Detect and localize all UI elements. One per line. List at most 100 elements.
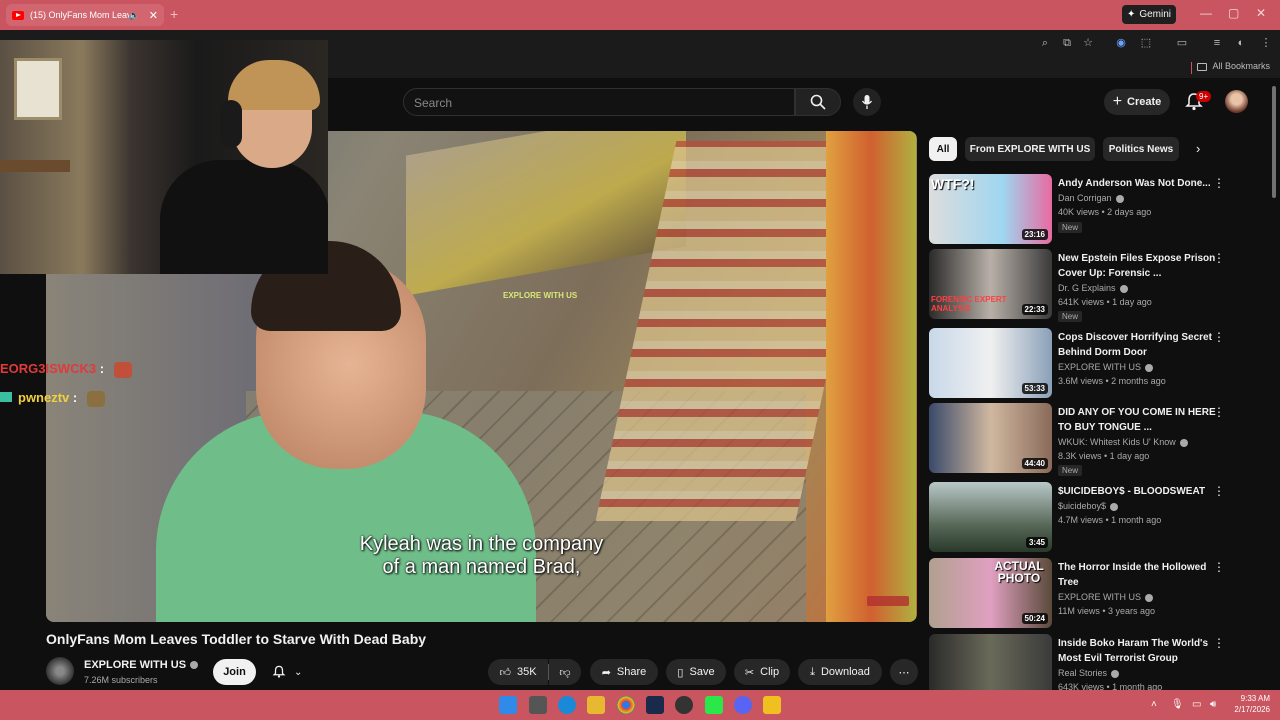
profile-icon[interactable]: ◐	[1234, 36, 1248, 50]
like-button[interactable]: 👍︎ 35K	[488, 659, 548, 685]
all-bookmarks-button[interactable]: All Bookmarks	[1197, 61, 1270, 71]
extensions-puzzle-icon[interactable]: ⬚	[1139, 36, 1153, 50]
chat-separator: :	[72, 390, 78, 405]
maximize-icon[interactable]: ▢	[1228, 6, 1239, 20]
account-avatar[interactable]	[1225, 90, 1248, 113]
voice-search-button[interactable]	[853, 88, 881, 116]
recommended-video[interactable]: ACTUAL PHOTO 50:24 The Horror Inside the…	[929, 558, 1249, 628]
video-thumbnail[interactable]: 44:40	[929, 403, 1052, 473]
gemini-label: Gemini	[1139, 9, 1172, 20]
share-button[interactable]: ➦ Share	[590, 659, 658, 685]
recommended-channel-name: Dr. G Explains	[1058, 283, 1116, 293]
create-label: Create	[1127, 96, 1162, 108]
video-thumbnail[interactable]	[929, 634, 1052, 690]
task-view-icon[interactable]	[529, 696, 547, 714]
caption-line-2: of a man named Brad,	[382, 556, 581, 578]
close-window-icon[interactable]: ✕	[1256, 6, 1266, 20]
video-thumbnail[interactable]: 3:45	[929, 482, 1052, 552]
zoom-icon[interactable]: ⌕	[1038, 36, 1052, 50]
video-thumbnail[interactable]: WTF?! 23:16	[929, 174, 1052, 244]
file-explorer-icon[interactable]	[587, 696, 605, 714]
video-thumbnail[interactable]: ACTUAL PHOTO 50:24	[929, 558, 1052, 628]
video-duration: 22:33	[1021, 304, 1048, 315]
download-button[interactable]: ⤓ Download	[798, 659, 882, 685]
microphone-tray-icon[interactable]: 🎙︎	[1171, 699, 1184, 710]
kebab-menu-icon[interactable]: ⋮	[1213, 176, 1225, 190]
chip-all[interactable]: All	[929, 137, 957, 161]
obs-icon[interactable]	[675, 696, 693, 714]
kebab-menu-icon[interactable]: ⋮	[1213, 636, 1225, 650]
save-button[interactable]: ▯ Save	[666, 659, 726, 685]
page-scrollbar[interactable]	[1272, 86, 1276, 198]
recommended-title: Andy Anderson Was Not Done...	[1058, 178, 1211, 189]
kebab-menu-icon[interactable]: ⋮	[1213, 251, 1225, 265]
video-caption: Kyleah was in the company of a man named…	[46, 533, 917, 579]
youtube-icon	[12, 10, 24, 20]
kebab-menu-icon[interactable]: ⋮	[1213, 330, 1225, 344]
dislike-button[interactable]: 👎︎	[549, 659, 581, 685]
extension-icon[interactable]: ◉	[1114, 36, 1128, 50]
more-actions-button[interactable]: ⋯	[890, 659, 918, 685]
recommended-title: DID ANY OF YOU COME IN HERE TO BUY TONGU…	[1058, 407, 1216, 433]
chip-politics-news[interactable]: Politics News	[1103, 137, 1179, 161]
install-app-icon[interactable]: ⧉	[1060, 36, 1074, 50]
sidebar-icon[interactable]: ▭	[1175, 36, 1189, 50]
thumbnail-text: WTF?!	[931, 176, 975, 192]
sparkle-icon: ✦	[1126, 9, 1136, 20]
chevron-up-icon[interactable]: ˄	[1151, 699, 1157, 710]
download-icon: ⤓	[810, 665, 815, 678]
clock-date: 2/17/2026	[1234, 705, 1270, 714]
chip-from-channel[interactable]: From EXPLORE WITH US	[965, 137, 1095, 161]
recommended-video[interactable]: 3:45 $UICIDEBOY$ - BLOODSWEAT $uicideboy…	[929, 482, 1249, 552]
recommended-video[interactable]: WTF?! 23:16 Andy Anderson Was Not Done..…	[929, 174, 1249, 244]
windows-start-icon[interactable]	[499, 696, 517, 714]
kebab-menu-icon[interactable]: ⋮	[1213, 484, 1225, 498]
browser-tab[interactable]: (15) OnlyFans Mom Leaves 🔈 ✕	[6, 4, 164, 26]
video-scene-shelf	[406, 131, 686, 296]
recommended-title: New Epstein Files Expose Prison Cover Up…	[1058, 253, 1216, 279]
channel-name[interactable]: EXPLORE WITH US	[84, 659, 199, 671]
bookmark-star-icon[interactable]: ☆	[1081, 36, 1095, 50]
volume-icon[interactable]: 🔊︎	[1210, 699, 1216, 710]
search-input[interactable]: Search	[403, 88, 795, 116]
kebab-menu-icon[interactable]: ⋮	[1213, 560, 1225, 574]
more-menu-icon[interactable]: ⋮	[1259, 36, 1273, 50]
video-thumbnail[interactable]: FORENSIC EXPERT ANALYSIS 22:33	[929, 249, 1052, 319]
video-title: OnlyFans Mom Leaves Toddler to Starve Wi…	[46, 631, 427, 647]
bookmark-icon: ▯	[677, 666, 684, 679]
channel-avatar[interactable]	[46, 657, 74, 685]
discord-icon[interactable]	[734, 696, 752, 714]
subscription-bell-button[interactable]: ⌄	[266, 659, 316, 685]
gemini-button[interactable]: ✦ Gemini	[1122, 5, 1176, 24]
recommended-meta: 3.6M views • 2 months ago	[1058, 376, 1166, 386]
recommended-video[interactable]: FORENSIC EXPERT ANALYSIS 22:33 New Epste…	[929, 249, 1249, 322]
app-icon[interactable]	[763, 696, 781, 714]
speaker-icon[interactable]: 🔈	[129, 10, 140, 21]
steam-icon[interactable]	[646, 696, 664, 714]
new-tab-icon[interactable]: +	[170, 6, 178, 22]
recommended-channel: $uicideboy$	[1058, 501, 1119, 511]
recommended-video[interactable]: Inside Boko Haram The World's Most Evil …	[929, 634, 1249, 690]
app-icon[interactable]	[705, 696, 723, 714]
reading-list-icon[interactable]: ≡	[1210, 36, 1224, 50]
join-button[interactable]: Join	[213, 659, 256, 685]
close-tab-icon[interactable]: ✕	[149, 9, 158, 22]
chrome-icon[interactable]	[617, 696, 635, 714]
edge-icon[interactable]	[558, 696, 576, 714]
network-icon[interactable]: ▭	[1192, 699, 1201, 710]
recommended-channel-name: EXPLORE WITH US	[1058, 362, 1142, 372]
create-button[interactable]: + Create	[1104, 89, 1170, 115]
bookmark-separator	[1191, 62, 1192, 74]
verified-icon	[1110, 502, 1119, 511]
clip-button[interactable]: ✂ Clip	[734, 659, 790, 685]
verified-icon	[1111, 669, 1120, 678]
minimize-icon[interactable]: —	[1200, 6, 1212, 20]
video-thumbnail[interactable]: 53:33	[929, 328, 1052, 398]
search-button[interactable]	[795, 88, 841, 116]
recommended-video[interactable]: 53:33 Cops Discover Horrifying Secret Be…	[929, 328, 1249, 398]
kebab-menu-icon[interactable]: ⋮	[1213, 405, 1225, 419]
chevron-right-icon[interactable]: ›	[1196, 141, 1200, 156]
recommended-video[interactable]: 44:40 DID ANY OF YOU COME IN HERE TO BUY…	[929, 403, 1249, 476]
verified-icon	[1145, 593, 1154, 602]
taskbar-clock[interactable]: 9:33 AM 2/17/2026	[1234, 693, 1270, 715]
